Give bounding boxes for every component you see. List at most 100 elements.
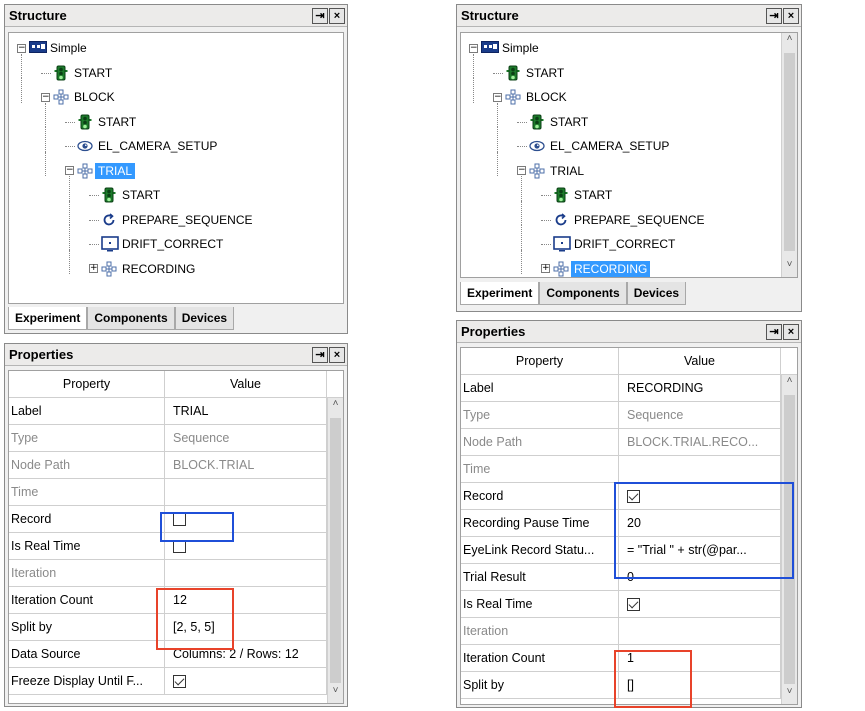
close-button[interactable]: ×: [783, 323, 799, 340]
property-checkbox[interactable]: [173, 674, 186, 688]
tab-devices[interactable]: Devices: [626, 282, 687, 305]
structure-tree: − Simple START − BLOCK START EL_CAMERA_SETUP − T…: [460, 32, 798, 278]
property-row[interactable]: Is Real Time: [461, 591, 797, 618]
prepare-sequence-icon: [101, 212, 117, 228]
property-value: [165, 668, 327, 694]
property-value[interactable]: BLOCK.TRIAL.RECO...: [619, 429, 781, 455]
property-value[interactable]: [165, 560, 327, 586]
property-name: Split by: [9, 614, 165, 640]
sequence-icon: [77, 163, 93, 179]
vertical-scrollbar[interactable]: ˄ ˅: [327, 398, 343, 703]
scroll-up-icon[interactable]: ˄: [782, 33, 797, 51]
property-row[interactable]: Iteration: [9, 560, 343, 587]
property-name: Iteration: [9, 560, 165, 586]
property-row[interactable]: Type Sequence: [461, 402, 797, 429]
property-value[interactable]: RECORDING: [619, 375, 781, 401]
collapse-icon[interactable]: −: [17, 43, 26, 53]
property-name: Trial Result: [461, 564, 619, 590]
tree-node[interactable]: − TRIAL: [517, 160, 587, 182]
property-row[interactable]: Iteration: [461, 618, 797, 645]
tree-node[interactable]: PREPARE_SEQUENCE: [89, 209, 255, 231]
start-trafficlight-icon: [553, 187, 569, 203]
property-value[interactable]: Sequence: [165, 425, 327, 451]
property-value[interactable]: Sequence: [619, 402, 781, 428]
pin-button[interactable]: ⇥: [766, 7, 782, 24]
tree-node[interactable]: + RECORDING: [89, 258, 198, 280]
tree-node[interactable]: EL_CAMERA_SETUP: [65, 135, 220, 157]
tab-components[interactable]: Components: [539, 282, 627, 305]
tree-node-label: BLOCK: [74, 90, 115, 104]
scroll-down-icon[interactable]: ˅: [782, 259, 797, 277]
property-row[interactable]: Type Sequence: [9, 425, 343, 452]
collapse-icon[interactable]: −: [469, 43, 478, 53]
scroll-thumb[interactable]: [330, 418, 341, 683]
close-button[interactable]: ×: [783, 7, 799, 24]
collapse-icon[interactable]: −: [65, 166, 74, 175]
property-name: Label: [9, 398, 165, 424]
camera-setup-eye-icon: [529, 138, 545, 154]
scroll-up-icon[interactable]: ˄: [782, 375, 797, 393]
tree-node[interactable]: START: [517, 111, 591, 133]
collapse-icon[interactable]: −: [41, 92, 50, 102]
property-name: Type: [461, 402, 619, 428]
tree-node[interactable]: − BLOCK: [41, 86, 118, 108]
tree-node[interactable]: START: [89, 184, 163, 206]
tree-node-label: START: [526, 65, 565, 80]
tab-devices[interactable]: Devices: [174, 307, 235, 330]
tree-node[interactable]: START: [65, 111, 139, 133]
tree-node[interactable]: START: [41, 62, 115, 84]
drift-correct-icon: [553, 236, 571, 252]
pin-button[interactable]: ⇥: [312, 7, 328, 24]
property-value[interactable]: [165, 479, 327, 505]
scroll-up-icon[interactable]: ˄: [328, 398, 343, 416]
property-row[interactable]: Label RECORDING: [461, 375, 797, 402]
tree-node[interactable]: START: [541, 184, 615, 206]
collapse-icon[interactable]: −: [517, 166, 526, 175]
expand-icon[interactable]: +: [89, 264, 98, 273]
property-row[interactable]: Label TRIAL: [9, 398, 343, 425]
tab-components[interactable]: Components: [87, 307, 175, 330]
property-row[interactable]: Time: [9, 479, 343, 506]
tree-node[interactable]: − Simple: [469, 37, 542, 59]
property-name: Time: [9, 479, 165, 505]
property-value[interactable]: [619, 456, 781, 482]
tree-node[interactable]: START: [493, 62, 567, 84]
highlight-box-iteration: [156, 588, 234, 650]
property-row[interactable]: Node Path BLOCK.TRIAL: [9, 452, 343, 479]
property-checkbox[interactable]: [627, 597, 640, 611]
collapse-icon[interactable]: −: [493, 92, 502, 102]
pin-button[interactable]: ⇥: [312, 346, 328, 363]
vertical-scrollbar[interactable]: ˄ ˅: [781, 33, 797, 277]
scroll-thumb[interactable]: [784, 53, 795, 251]
sequence-icon: [529, 163, 545, 179]
sequence-icon: [101, 261, 117, 277]
tree-node[interactable]: PREPARE_SEQUENCE: [541, 209, 707, 231]
tab-experiment[interactable]: Experiment: [8, 307, 88, 330]
tree-node[interactable]: DRIFT_CORRECT: [89, 233, 226, 255]
tree-connector: [89, 219, 99, 221]
property-row[interactable]: Time: [461, 456, 797, 483]
tree-connector: [541, 195, 551, 196]
tree-node-label: START: [74, 65, 113, 80]
expand-icon[interactable]: +: [541, 264, 550, 273]
tab-experiment[interactable]: Experiment: [460, 282, 540, 305]
scroll-down-icon[interactable]: ˅: [328, 685, 343, 703]
property-row[interactable]: Node Path BLOCK.TRIAL.RECO...: [461, 429, 797, 456]
tree-node[interactable]: + RECORDING: [541, 258, 651, 278]
tree-node[interactable]: − BLOCK: [493, 86, 570, 108]
tree-node[interactable]: DRIFT_CORRECT: [541, 233, 678, 255]
panel-title: Properties: [461, 324, 526, 339]
tree-node[interactable]: − Simple: [17, 37, 90, 59]
property-value[interactable]: TRIAL: [165, 398, 327, 424]
property-value[interactable]: BLOCK.TRIAL: [165, 452, 327, 478]
tree-node[interactable]: − TRIAL: [65, 160, 136, 182]
property-name: EyeLink Record Statu...: [461, 537, 619, 563]
close-button[interactable]: ×: [329, 346, 345, 363]
property-row[interactable]: Freeze Display Until F...: [9, 668, 343, 695]
scroll-down-icon[interactable]: ˅: [782, 686, 797, 704]
tree-node[interactable]: EL_CAMERA_SETUP: [517, 135, 672, 157]
close-button[interactable]: ×: [329, 7, 345, 24]
property-value[interactable]: [619, 618, 781, 644]
pin-button[interactable]: ⇥: [766, 323, 782, 340]
properties-titlebar: Properties ⇥ ×: [457, 321, 801, 343]
